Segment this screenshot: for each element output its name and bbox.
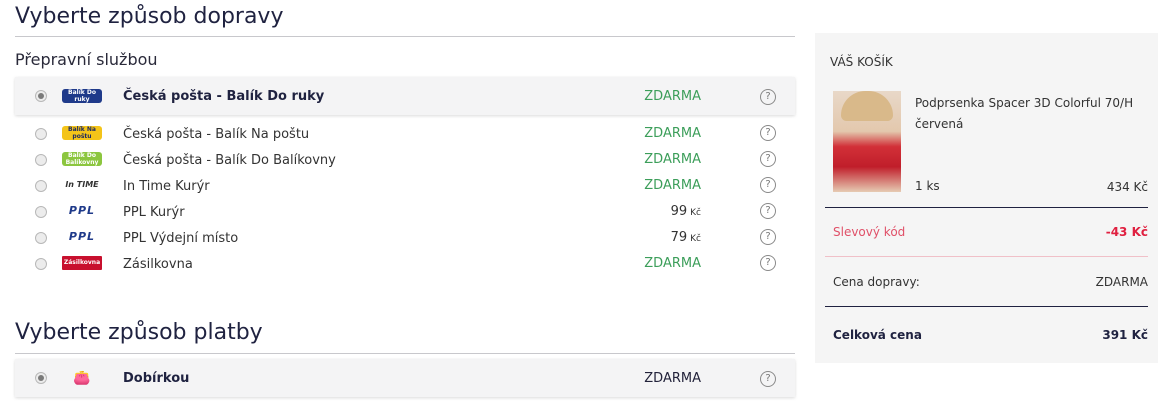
price-currency: Kč	[690, 208, 701, 218]
help-icon[interactable]: ?	[760, 255, 776, 271]
shipping-option-label: Česká pošta - Balík Do Balíkovny	[123, 153, 336, 168]
in-time-logo: In TIME	[65, 180, 99, 189]
help-icon[interactable]: ?	[760, 151, 776, 167]
shipping-option-price: ZDARMA	[644, 178, 701, 193]
price-value: 99	[670, 204, 688, 219]
help-icon[interactable]: ?	[760, 89, 776, 105]
cart-title: VÁŠ KOŠÍK	[830, 55, 893, 69]
shipping-heading: Vyberte způsob dopravy	[15, 4, 284, 29]
radio-button[interactable]	[35, 90, 47, 102]
shipping-option-price: 79 Kč	[644, 230, 701, 245]
divider	[825, 207, 1148, 208]
shipping-option-zasilkovna[interactable]: Zásilkovna Zásilkovna ZDARMA ?	[15, 251, 795, 277]
shipping-option-label: PPL Kurýr	[123, 205, 185, 220]
help-icon[interactable]: ?	[760, 177, 776, 193]
payment-heading: Vyberte způsob platby	[15, 320, 263, 345]
ceska-posta-balikovna-logo: Balík Do Balíkovny	[62, 152, 102, 166]
total-value: 391 Kč	[1102, 328, 1148, 342]
payment-option-label: Dobírkou	[123, 371, 190, 386]
product-image[interactable]	[833, 91, 901, 192]
divider	[15, 36, 795, 37]
product-name[interactable]: Podprsenka Spacer 3D Colorful 70/H červe…	[915, 93, 1145, 135]
discount-value: -43 Kč	[1105, 225, 1148, 239]
shipping-option-price: ZDARMA	[644, 89, 701, 104]
shipping-option-ceska-posta-balikovna[interactable]: Balík Do Balíkovny Česká pošta - Balík D…	[15, 147, 795, 173]
radio-button[interactable]	[35, 180, 47, 192]
price-currency: Kč	[690, 234, 701, 244]
help-icon[interactable]: ?	[760, 125, 776, 141]
shipping-option-ceska-posta-na-postu[interactable]: Balík Na poštu Česká pošta - Balík Na po…	[15, 121, 795, 147]
shipping-option-label: Česká pošta - Balík Do ruky	[123, 89, 325, 104]
shipping-option-in-time[interactable]: In TIME In Time Kurýr ZDARMA ?	[15, 173, 795, 199]
help-icon[interactable]: ?	[760, 229, 776, 245]
shipping-option-label: Česká pošta - Balík Na poštu	[123, 127, 310, 142]
shipping-cost-label: Cena dopravy:	[833, 275, 920, 289]
help-icon[interactable]: ?	[760, 203, 776, 219]
shipping-option-price: ZDARMA	[644, 126, 701, 141]
shipping-option-ceska-posta-do-ruky[interactable]: Balík Do ruky Česká pošta - Balík Do ruk…	[15, 77, 795, 115]
zasilkovna-logo: Zásilkovna	[62, 256, 102, 270]
shipping-option-price: ZDARMA	[644, 152, 701, 167]
shipping-option-price: 99 Kč	[644, 204, 701, 219]
divider	[15, 353, 795, 354]
radio-button[interactable]	[35, 258, 47, 270]
product-quantity: 1 ks	[915, 179, 940, 193]
shipping-option-label: Zásilkovna	[123, 257, 193, 272]
radio-button[interactable]	[35, 232, 47, 244]
payment-option-price: ZDARMA	[644, 371, 701, 386]
discount-label: Slevový kód	[833, 225, 906, 239]
ppl-logo: PPL	[68, 204, 96, 217]
cart-summary: VÁŠ KOŠÍK Podprsenka Spacer 3D Colorful …	[815, 33, 1158, 363]
total-label: Celková cena	[833, 328, 922, 342]
radio-button[interactable]	[35, 372, 47, 384]
radio-button[interactable]	[35, 154, 47, 166]
divider	[825, 256, 1148, 257]
payment-option-dobirka[interactable]: 👛 Dobírkou ZDARMA ?	[15, 359, 795, 397]
ppl-logo: PPL	[68, 230, 96, 243]
product-image-detail	[841, 91, 893, 121]
wallet-icon: 👛	[73, 371, 91, 385]
divider	[825, 306, 1148, 307]
shipping-cost-value: ZDARMA	[1095, 275, 1148, 289]
radio-button[interactable]	[35, 206, 47, 218]
shipping-subheading: Přepravní službou	[15, 50, 158, 69]
ceska-posta-na-postu-logo: Balík Na poštu	[62, 126, 102, 140]
shipping-option-ppl-kuryr[interactable]: PPL PPL Kurýr 99 Kč ?	[15, 199, 795, 225]
radio-button[interactable]	[35, 128, 47, 140]
shipping-option-label: PPL Výdejní místo	[123, 231, 239, 246]
shipping-option-label: In Time Kurýr	[123, 179, 210, 194]
help-icon[interactable]: ?	[760, 371, 776, 387]
shipping-option-ppl-vydejni-misto[interactable]: PPL PPL Výdejní místo 79 Kč ?	[15, 225, 795, 251]
ceska-posta-do-ruky-logo: Balík Do ruky	[62, 89, 102, 103]
price-value: 79	[670, 230, 688, 245]
shipping-option-price: ZDARMA	[644, 256, 701, 271]
product-price: 434 Kč	[1106, 180, 1148, 194]
